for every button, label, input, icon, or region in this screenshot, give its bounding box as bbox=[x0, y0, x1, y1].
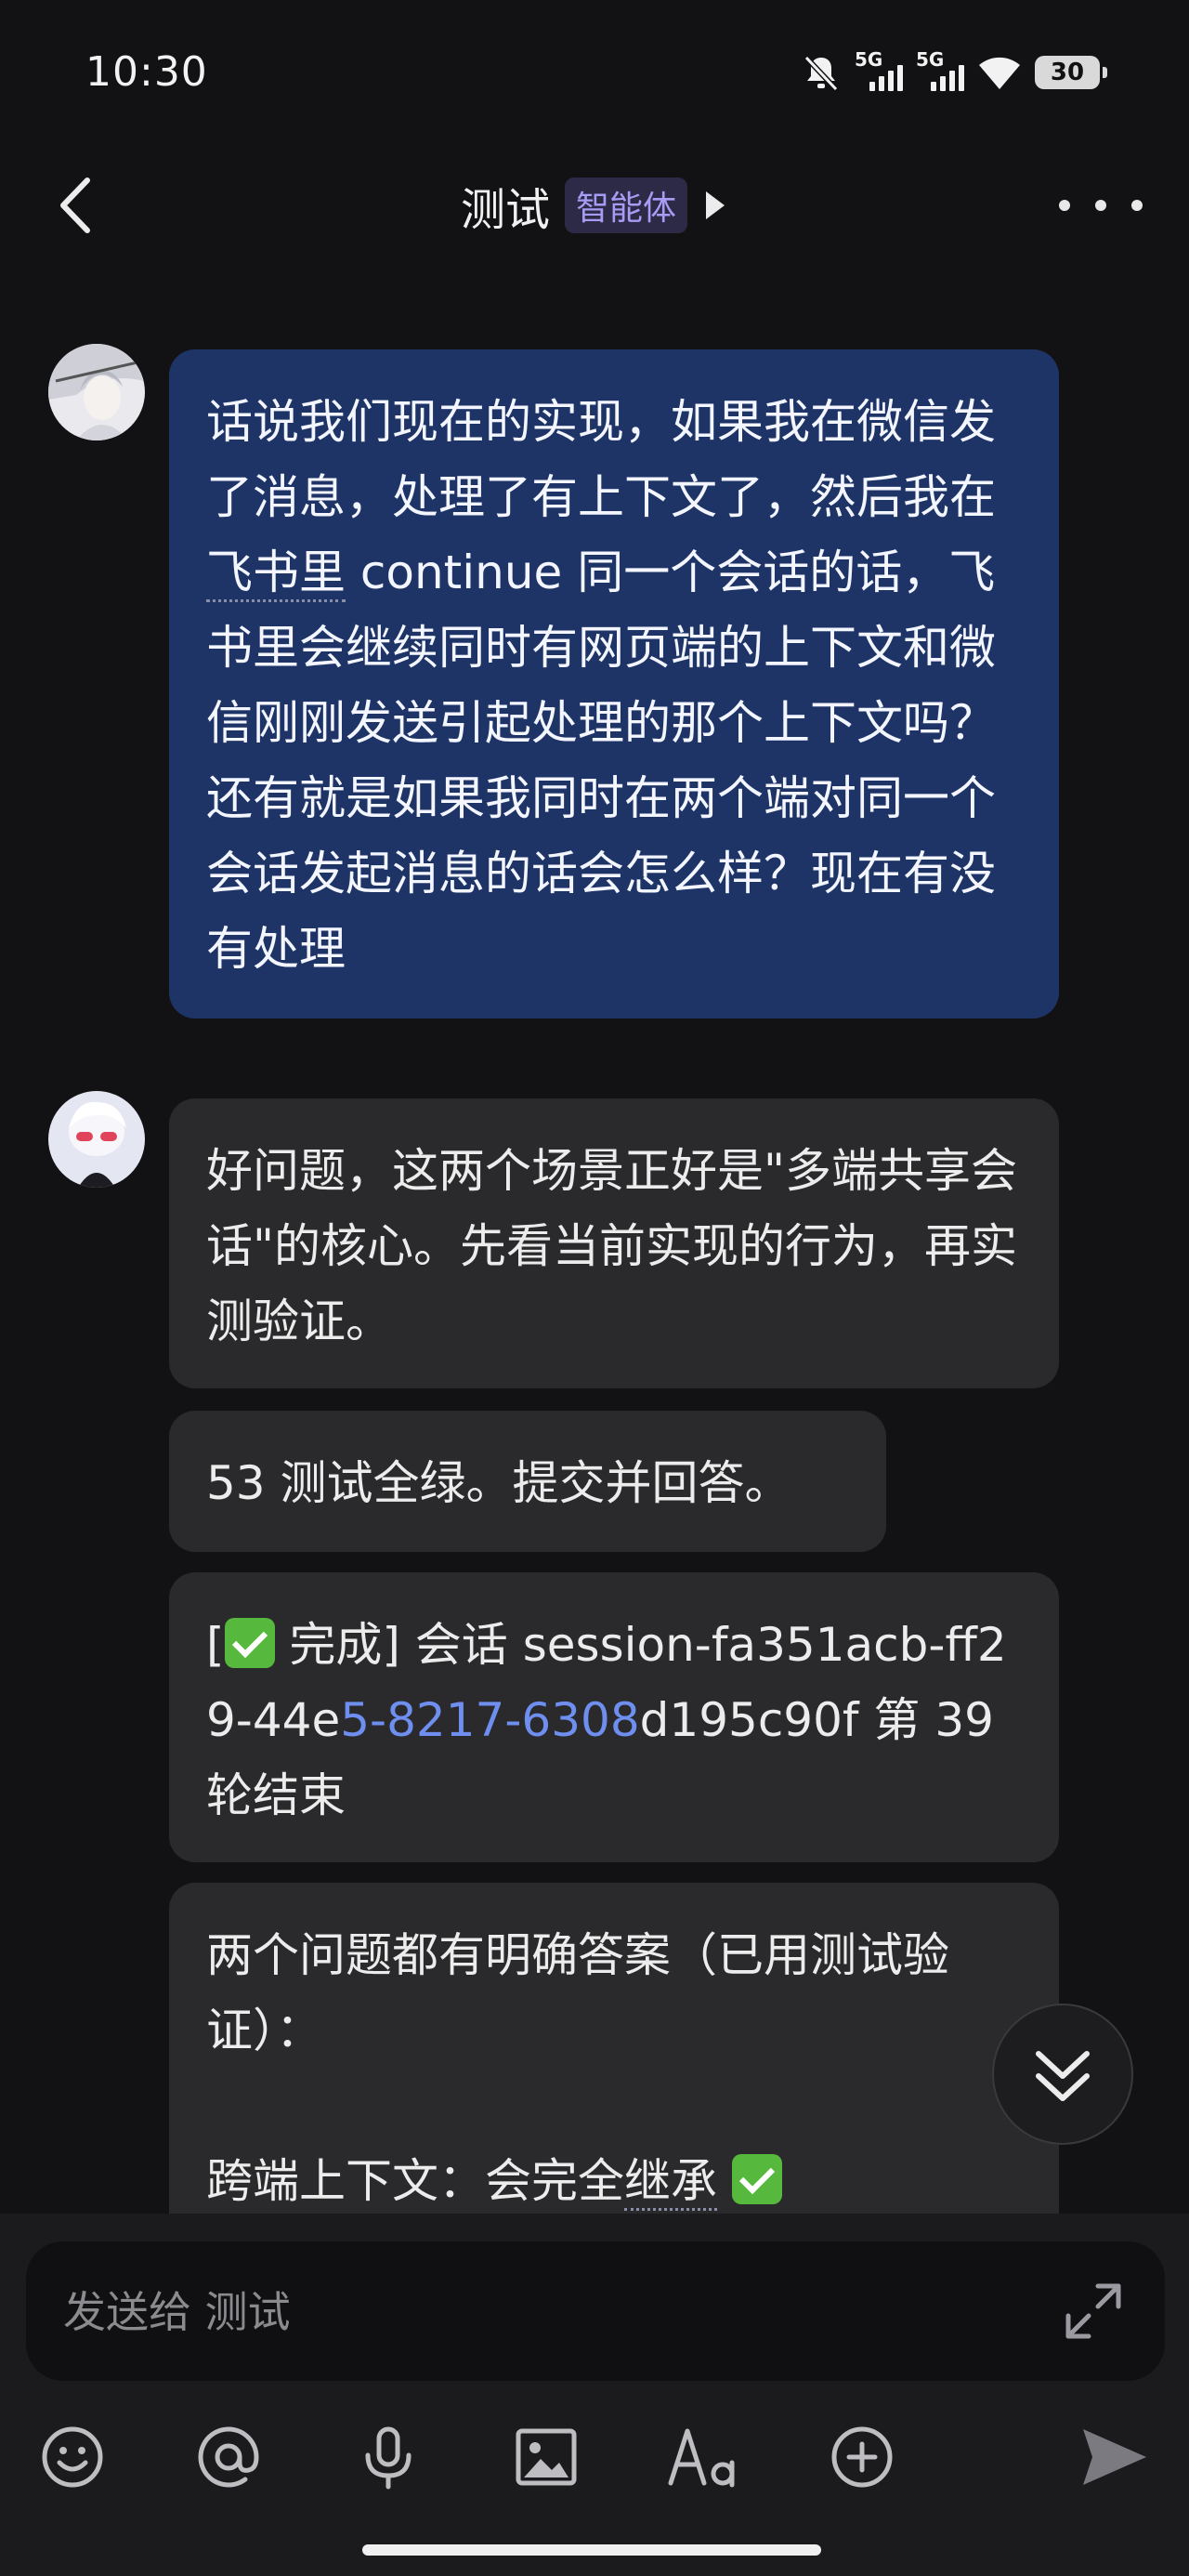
battery-icon: 30 bbox=[1035, 56, 1107, 89]
message-text-link[interactable]: 飞书里 bbox=[206, 545, 346, 602]
send-icon[interactable] bbox=[1078, 2420, 1152, 2494]
bot-message-bubble[interactable]: 53 测试全绿。提交并回答。 bbox=[169, 1411, 886, 1552]
message-text: 话说我们现在的实现，如果我在微信发了消息，处理了有上下文了，然后我在 bbox=[206, 395, 996, 524]
user-message-bubble[interactable]: 话说我们现在的实现，如果我在微信发了消息，处理了有上下文了，然后我在飞书里 co… bbox=[169, 349, 1059, 1019]
message-text-link[interactable]: 继承 bbox=[624, 2154, 717, 2211]
status-time: 10:30 bbox=[85, 48, 208, 96]
image-icon[interactable] bbox=[509, 2420, 583, 2494]
message-text: continue 同一个会话的话，飞书里会继续同时有网页端的上下文和微信刚刚发送… bbox=[206, 545, 996, 976]
plus-circle-icon[interactable] bbox=[825, 2420, 899, 2494]
font-icon[interactable] bbox=[667, 2420, 741, 2494]
bell-muted-icon bbox=[804, 55, 839, 92]
check-mark-icon bbox=[731, 2154, 782, 2204]
expand-icon[interactable] bbox=[1061, 2279, 1126, 2344]
message-text: 两个问题都有明确答案（已用测试验证）： bbox=[206, 1928, 949, 2057]
dot bbox=[1131, 200, 1143, 211]
signal-5g-icon-2: 5G bbox=[916, 48, 964, 91]
user-avatar[interactable] bbox=[48, 344, 145, 440]
wifi-icon bbox=[979, 57, 1020, 89]
double-chevron-down-icon bbox=[1036, 2051, 1090, 2101]
status-icons: 5G 5G 30 bbox=[801, 48, 1107, 93]
message-input[interactable] bbox=[61, 2241, 1031, 2383]
message-text-line: 跨端上下文：会完全继承 bbox=[206, 2144, 1022, 2219]
play-arrow-icon bbox=[706, 191, 725, 219]
message-text: 跨端上下文：会完全 bbox=[206, 2154, 624, 2208]
check-mark-icon bbox=[224, 1618, 275, 1668]
bot-message-bubble[interactable]: [ 完成] 会话 session-fa351acb-ff29-44e5-8217… bbox=[169, 1572, 1059, 1862]
at-icon[interactable] bbox=[191, 2420, 266, 2494]
message-text: 好问题，这两个场景正好是"多端共享会话"的核心。先看当前实现的行为，再实测验证。 bbox=[206, 1144, 1017, 1348]
mic-icon[interactable] bbox=[351, 2420, 425, 2494]
dot bbox=[1095, 200, 1106, 211]
signal-5g-icon-1: 5G bbox=[855, 48, 903, 91]
bot-avatar[interactable] bbox=[48, 1091, 145, 1188]
dot bbox=[1059, 200, 1070, 211]
emoji-icon[interactable] bbox=[35, 2420, 110, 2494]
scroll-to-bottom-button[interactable] bbox=[992, 2004, 1133, 2145]
chat-header[interactable]: 测试 智能体 bbox=[0, 173, 1189, 238]
session-link[interactable]: 5-8217-6308 bbox=[340, 1693, 639, 1747]
agent-badge: 智能体 bbox=[565, 177, 688, 233]
home-indicator[interactable] bbox=[362, 2544, 821, 2556]
chat-title: 测试 bbox=[460, 184, 550, 236]
message-text: 53 测试全绿。提交并回答。 bbox=[206, 1456, 791, 1510]
message-input-box[interactable] bbox=[26, 2241, 1165, 2383]
message-text: [ bbox=[206, 1618, 225, 1672]
more-options-button[interactable] bbox=[1059, 182, 1143, 229]
bot-message-bubble[interactable]: 好问题，这两个场景正好是"多端共享会话"的核心。先看当前实现的行为，再实测验证。 bbox=[169, 1098, 1059, 1388]
